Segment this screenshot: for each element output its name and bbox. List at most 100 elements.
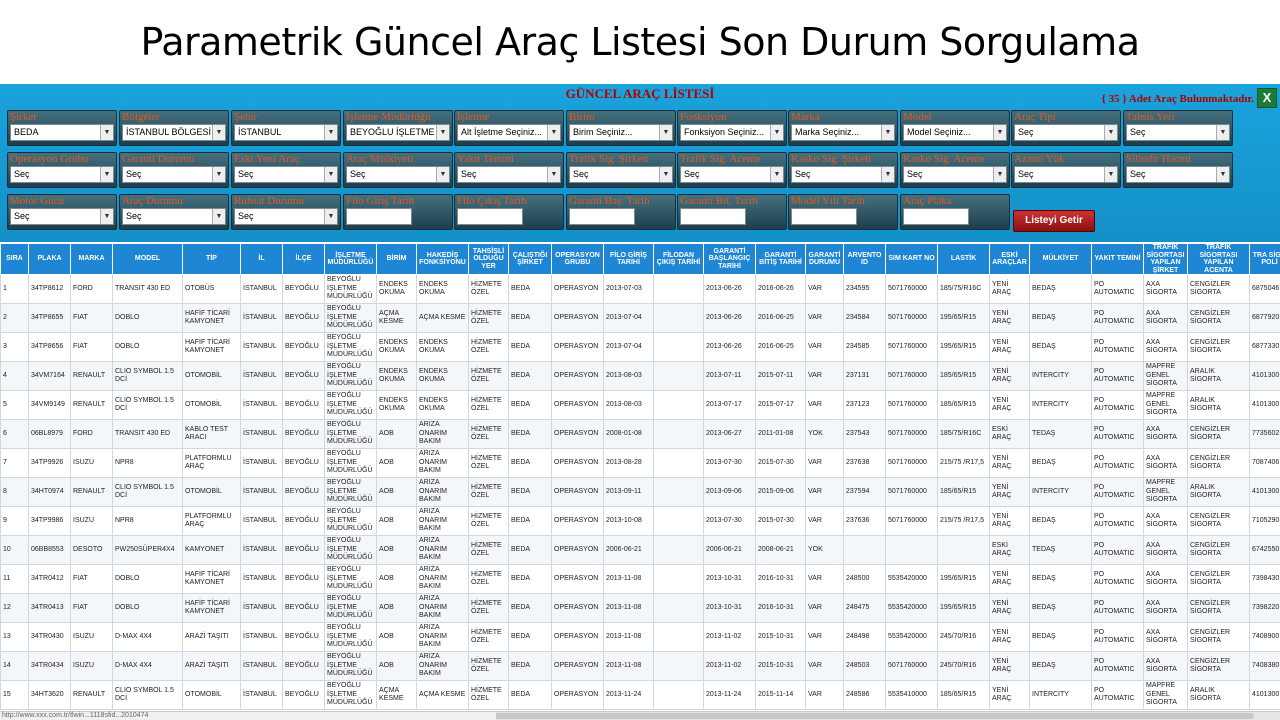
excel-export-icon[interactable]: X bbox=[1257, 88, 1277, 108]
chevron-down-icon[interactable]: ▼ bbox=[993, 167, 1006, 182]
filter-select[interactable]: Alt İşletme Seçiniz... ▼ bbox=[457, 124, 561, 141]
table-row[interactable]: 6 06BL8979 FORD TRANSIT 430 ED KABLO TEST AR… bbox=[0, 419, 1280, 449]
filter-select[interactable]: İSTANBUL BÖLGESİ ▼ bbox=[122, 124, 226, 141]
column-header[interactable]: GARANTİ BİTİŞ TARİHİ bbox=[755, 243, 806, 275]
chevron-down-icon[interactable]: ▼ bbox=[993, 125, 1006, 140]
chevron-down-icon[interactable]: ▼ bbox=[659, 167, 672, 182]
filter-select[interactable]: Seç ▼ bbox=[680, 166, 784, 183]
filter-select[interactable]: BEYOĞLU İŞLETME ▼ bbox=[346, 124, 450, 141]
column-header[interactable]: ÇALIŞTIĞI ŞİRKET bbox=[508, 243, 552, 275]
date-input[interactable] bbox=[569, 208, 635, 225]
filter-select[interactable]: Seç ▼ bbox=[10, 166, 114, 183]
table-row[interactable]: 4 34VM7164 RENAULT CLIO SYMBOL 1.5 DCİ OTOMO… bbox=[0, 361, 1280, 391]
column-header[interactable]: TAHSİSLİ OLDUĞU YER bbox=[468, 243, 509, 275]
filter-select[interactable]: Seç ▼ bbox=[122, 208, 226, 225]
date-input[interactable] bbox=[457, 208, 523, 225]
column-header[interactable]: HAKEDİŞ FONKSİYONU bbox=[416, 243, 469, 275]
table-row[interactable]: 2 34TP8655 FIAT DOBLO HAFİF TİCARİ KAMYONET İ… bbox=[0, 303, 1280, 333]
column-header[interactable]: GARANTİ DURUMU bbox=[805, 243, 844, 275]
filter-select[interactable]: BEDA ▼ bbox=[10, 124, 114, 141]
chevron-down-icon[interactable]: ▼ bbox=[547, 167, 560, 182]
filter-select[interactable]: Seç ▼ bbox=[1126, 166, 1230, 183]
table-row[interactable]: 5 34VM9149 RENAULT CLIO SYMBOL 1.5 DCİ OTOMO… bbox=[0, 390, 1280, 420]
chevron-down-icon[interactable]: ▼ bbox=[1216, 167, 1229, 182]
column-header[interactable]: SIRA bbox=[0, 243, 29, 275]
chevron-down-icon[interactable]: ▼ bbox=[100, 167, 113, 182]
column-header[interactable]: MÜLKİYET bbox=[1029, 243, 1092, 275]
column-header[interactable]: TİP bbox=[182, 243, 241, 275]
column-header[interactable]: ESKİ ARAÇLAR bbox=[989, 243, 1030, 275]
table-row[interactable]: 8 34HT0974 RENAULT CLIO SYMBOL 1.5 DCİ OTOMO… bbox=[0, 477, 1280, 507]
column-header[interactable]: TRAFİK SİGORTASI YAPILAN ACENTA bbox=[1187, 243, 1250, 275]
chevron-down-icon[interactable]: ▼ bbox=[1216, 125, 1229, 140]
scrollbar-thumb[interactable] bbox=[494, 713, 1254, 719]
table-row[interactable]: 13 34TR0430 ISUZU D-MAX 4X4 ARAZİ TAŞITI İSTA… bbox=[0, 622, 1280, 652]
chevron-down-icon[interactable]: ▼ bbox=[1104, 167, 1117, 182]
chevron-down-icon[interactable]: ▼ bbox=[436, 167, 449, 182]
chevron-down-icon[interactable]: ▼ bbox=[881, 125, 894, 140]
column-header[interactable]: MODEL bbox=[112, 243, 183, 275]
column-header[interactable]: BİRİM bbox=[376, 243, 417, 275]
chevron-down-icon[interactable]: ▼ bbox=[770, 125, 783, 140]
filter-select[interactable]: Seç ▼ bbox=[234, 166, 338, 183]
column-header[interactable]: İLÇE bbox=[282, 243, 325, 275]
column-header[interactable]: SIM KART NO bbox=[885, 243, 938, 275]
table-row[interactable]: 11 34TR0412 FIAT DOBLO HAFİF TİCARİ KAMYONET… bbox=[0, 564, 1280, 594]
date-input[interactable] bbox=[680, 208, 746, 225]
column-header[interactable]: İL bbox=[240, 243, 283, 275]
get-list-button[interactable]: Listeyi Getir bbox=[1013, 210, 1095, 232]
column-header[interactable]: FİLO GİRİŞ TARİHİ bbox=[603, 243, 654, 275]
filter-select[interactable]: Seç ▼ bbox=[791, 166, 895, 183]
filter-select[interactable]: Birim Seçiniz... ▼ bbox=[569, 124, 673, 141]
chevron-down-icon[interactable]: ▼ bbox=[659, 125, 672, 140]
table-row[interactable]: 7 34TP9926 ISUZU NPR8 PLATFORMLU ARAÇ İSTANBU… bbox=[0, 448, 1280, 478]
filter-select[interactable]: İSTANBUL ▼ bbox=[234, 124, 338, 141]
table-row[interactable]: 14 34TR0434 ISUZU D-MAX 4X4 ARAZİ TAŞITI İSTA… bbox=[0, 651, 1280, 681]
column-header[interactable]: PLAKA bbox=[28, 243, 71, 275]
column-header[interactable]: TRAFİK SİGORTASI YAPILAN ŞİRKET bbox=[1143, 243, 1188, 275]
chevron-down-icon[interactable]: ▼ bbox=[212, 167, 225, 182]
column-header[interactable]: İŞLETME MÜDÜRLÜĞÜ bbox=[324, 243, 377, 275]
chevron-down-icon[interactable]: ▼ bbox=[324, 209, 337, 224]
chevron-down-icon[interactable]: ▼ bbox=[324, 167, 337, 182]
filter-select[interactable]: Seç ▼ bbox=[1014, 166, 1118, 183]
chevron-down-icon[interactable]: ▼ bbox=[100, 125, 113, 140]
filter-select[interactable]: Seç ▼ bbox=[569, 166, 673, 183]
filter-select[interactable]: Seç ▼ bbox=[1126, 124, 1230, 141]
table-row[interactable]: 9 34TP9986 ISUZU NPR8 PLATFORMLU ARAÇ İSTANBU… bbox=[0, 506, 1280, 536]
date-input[interactable] bbox=[346, 208, 412, 225]
chevron-down-icon[interactable]: ▼ bbox=[212, 125, 225, 140]
column-header[interactable]: YAKIT TEMİNİ bbox=[1091, 243, 1144, 275]
date-input[interactable] bbox=[791, 208, 857, 225]
date-input[interactable] bbox=[903, 208, 969, 225]
chevron-down-icon[interactable]: ▼ bbox=[212, 209, 225, 224]
column-header[interactable]: GARANTİ BAŞLANGIÇ TARİHİ bbox=[703, 243, 756, 275]
column-header[interactable]: TRA SİGO POLİ bbox=[1249, 243, 1280, 275]
filter-select[interactable]: Seç ▼ bbox=[10, 208, 114, 225]
chevron-down-icon[interactable]: ▼ bbox=[436, 125, 449, 140]
filter-select[interactable]: Seç ▼ bbox=[234, 208, 338, 225]
column-header[interactable]: OPERASYON GRUBU bbox=[551, 243, 604, 275]
column-header[interactable]: LASTİK bbox=[937, 243, 990, 275]
table-row[interactable]: 10 06BB8553 DESOTO PW250SÜPER4X4 KAMYONET İST… bbox=[0, 535, 1280, 565]
chevron-down-icon[interactable]: ▼ bbox=[1104, 125, 1117, 140]
filter-select[interactable]: Seç ▼ bbox=[457, 166, 561, 183]
chevron-down-icon[interactable]: ▼ bbox=[770, 167, 783, 182]
chevron-down-icon[interactable]: ▼ bbox=[547, 125, 560, 140]
column-header[interactable]: FİLODAN ÇIKIŞ TARİHİ bbox=[653, 243, 704, 275]
filter-select[interactable]: Seç ▼ bbox=[122, 166, 226, 183]
table-row[interactable]: 12 34TR0413 FIAT DOBLO HAFİF TİCARİ KAMYONET… bbox=[0, 593, 1280, 623]
column-header[interactable]: ARVENTO ID bbox=[843, 243, 886, 275]
column-header[interactable]: MARKA bbox=[70, 243, 113, 275]
filter-select[interactable]: Fonksiyon Seçiniz... ▼ bbox=[680, 124, 784, 141]
table-row[interactable]: 1 34TP8612 FORD TRANSIT 430 ED OTOBÜS İSTANBU… bbox=[0, 274, 1280, 304]
filter-select[interactable]: Seç ▼ bbox=[903, 166, 1007, 183]
chevron-down-icon[interactable]: ▼ bbox=[881, 167, 894, 182]
filter-select[interactable]: Model Seçiniz... ▼ bbox=[903, 124, 1007, 141]
table-row[interactable]: 3 34TP8656 FIAT DOBLO HAFİF TİCARİ KAMYONET İ… bbox=[0, 332, 1280, 362]
filter-select[interactable]: Seç ▼ bbox=[346, 166, 450, 183]
table-row[interactable]: 15 34HT3620 RENAULT CLIO SYMBOL 1.5 DCİ OTOM… bbox=[0, 680, 1280, 710]
chevron-down-icon[interactable]: ▼ bbox=[100, 209, 113, 224]
filter-select[interactable]: Marka Seçiniz... ▼ bbox=[791, 124, 895, 141]
chevron-down-icon[interactable]: ▼ bbox=[324, 125, 337, 140]
